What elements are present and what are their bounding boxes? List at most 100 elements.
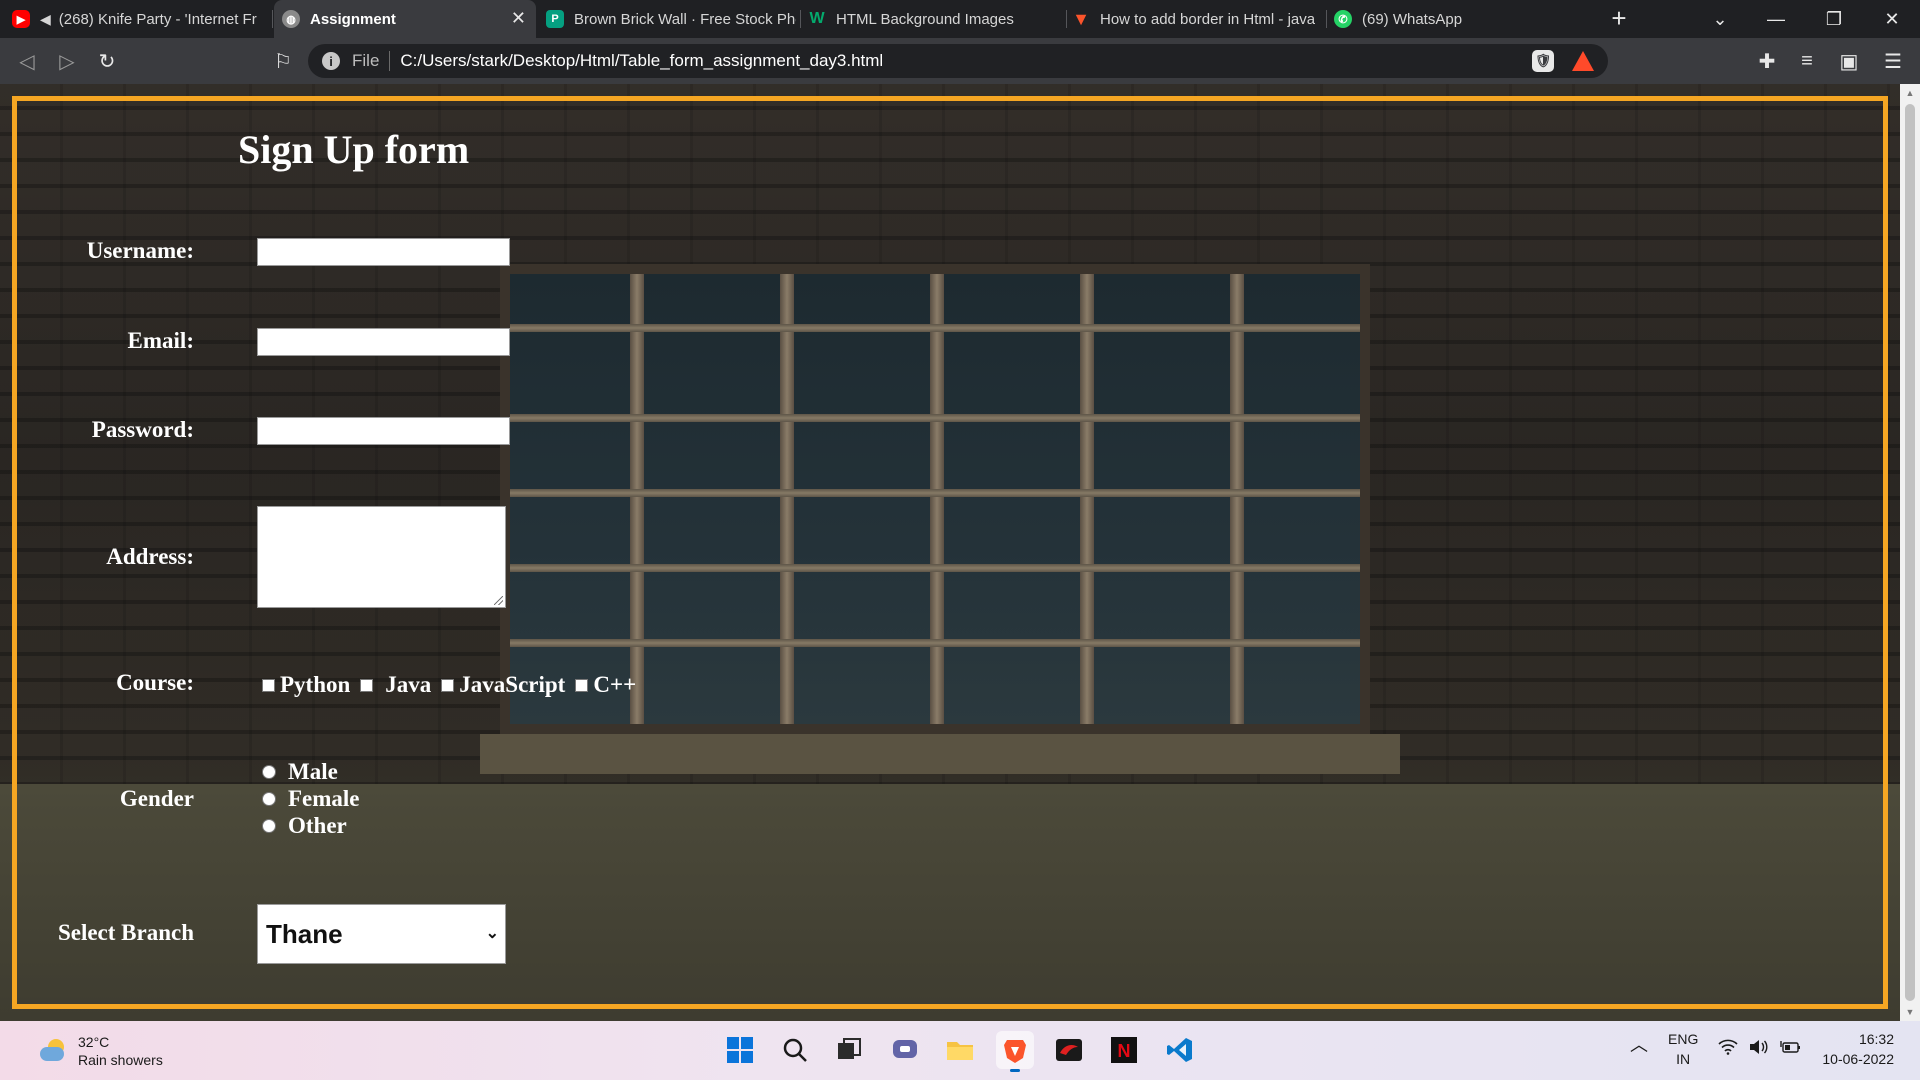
checkbox-java[interactable] <box>360 678 374 692</box>
game-app-icon[interactable] <box>1050 1031 1088 1069</box>
scroll-up-icon[interactable]: ▲ <box>1905 88 1915 98</box>
course-option-label: Java <box>385 672 432 697</box>
active-app-indicator <box>1010 1069 1020 1072</box>
tab-youtube[interactable]: ▶ ◀ (268) Knife Party - 'Internet Fr <box>12 0 270 38</box>
brave-search-icon: ▼ <box>1072 8 1090 29</box>
gender-option-label: Male <box>288 758 338 784</box>
speaker-icon[interactable]: ◀ <box>40 11 51 28</box>
chat-icon[interactable] <box>886 1031 924 1069</box>
course-option-label: Python <box>280 672 351 697</box>
pexels-icon: P <box>546 10 564 28</box>
reload-button[interactable]: ↻ <box>92 46 122 76</box>
whatsapp-icon: ✆ <box>1334 10 1352 28</box>
gender-option-other[interactable]: Other <box>262 812 360 839</box>
course-option-javascript[interactable]: JavaScript <box>441 672 565 698</box>
address-bar[interactable]: i File C:/Users/stark/Desktop/Html/Table… <box>308 44 1608 78</box>
youtube-icon: ▶ <box>12 10 30 28</box>
course-option-label: JavaScript <box>459 672 566 697</box>
course-label: Course: <box>116 670 194 695</box>
volume-icon[interactable] <box>1748 1039 1768 1060</box>
new-tab-button[interactable]: + <box>1604 4 1634 34</box>
scroll-down-icon[interactable]: ▼ <box>1905 1007 1915 1017</box>
password-input[interactable] <box>257 417 510 445</box>
tab-w3schools[interactable]: W HTML Background Images <box>808 0 1062 38</box>
tab-assignment[interactable]: ◍ Assignment ✕ <box>274 0 536 38</box>
branch-label: Select Branch <box>57 920 194 945</box>
checkbox-python[interactable] <box>262 678 275 692</box>
weather-temperature: 32°C <box>78 1034 110 1050</box>
resize-grip-icon[interactable] <box>494 596 503 605</box>
gender-option-label: Other <box>288 812 347 838</box>
close-window-button[interactable]: ✕ <box>1864 0 1920 38</box>
extensions-icon[interactable]: ✚ <box>1752 46 1782 76</box>
forward-button[interactable]: ▷ <box>52 46 82 76</box>
svg-text:N: N <box>1118 1041 1131 1061</box>
restore-button[interactable]: ❐ <box>1806 0 1862 38</box>
brave-rewards-icon[interactable] <box>1572 51 1594 71</box>
gender-options: Male Female Other <box>262 758 360 839</box>
close-tab-icon[interactable]: ✕ <box>511 8 526 29</box>
file-explorer-icon[interactable] <box>941 1031 979 1069</box>
gender-label: Gender <box>119 786 194 811</box>
course-option-java[interactable]: Java <box>360 672 431 698</box>
brave-browser-icon[interactable] <box>996 1031 1034 1072</box>
globe-icon: ◍ <box>282 10 300 28</box>
radio-male[interactable] <box>262 764 276 779</box>
language-indicator[interactable]: ENG IN <box>1668 1029 1698 1069</box>
wallet-icon[interactable]: ▣ <box>1834 46 1864 76</box>
minimize-button[interactable]: — <box>1748 0 1804 38</box>
weather-widget[interactable]: 32°C Rain showers <box>38 1033 163 1069</box>
username-input[interactable] <box>257 238 510 266</box>
browser-toolbar: ◁ ▷ ↻ ⚐ i File C:/Users/stark/Desktop/Ht… <box>0 38 1920 84</box>
radio-female[interactable] <box>262 791 276 806</box>
task-view-icon[interactable] <box>830 1031 868 1069</box>
tab-title: Brown Brick Wall · Free Stock Pho <box>574 10 796 28</box>
address-textarea[interactable] <box>257 506 506 608</box>
tab-divider <box>800 10 801 28</box>
battery-icon[interactable] <box>1779 1039 1801 1060</box>
show-hidden-icons-icon[interactable]: ︿ <box>1630 1035 1648 1055</box>
w3schools-icon: W <box>809 10 825 27</box>
tab-brave-search[interactable]: ▼ How to add border in Html - java <box>1072 0 1324 38</box>
weather-description: Rain showers <box>78 1052 163 1068</box>
email-input[interactable] <box>257 328 510 356</box>
checkbox-cpp[interactable] <box>575 678 589 692</box>
clock-time: 16:32 <box>1858 1031 1894 1047</box>
tab-title: (69) WhatsApp <box>1362 10 1463 28</box>
gender-option-female[interactable]: Female <box>262 785 360 812</box>
weather-icon <box>38 1037 66 1065</box>
scrollbar-thumb[interactable] <box>1905 104 1915 1001</box>
gender-option-male[interactable]: Male <box>262 758 360 785</box>
tab-whatsapp[interactable]: ✆ (69) WhatsApp <box>1334 0 1584 38</box>
course-option-label: C++ <box>593 672 637 697</box>
checkbox-javascript[interactable] <box>441 678 455 692</box>
branch-selected-value: Thane <box>266 918 343 949</box>
url-divider <box>389 51 391 71</box>
wifi-icon[interactable] <box>1718 1039 1738 1060</box>
start-icon[interactable] <box>721 1031 759 1069</box>
language-region: IN <box>1676 1051 1691 1067</box>
bookmark-icon[interactable]: ⚐ <box>268 46 298 76</box>
tab-divider <box>272 10 273 28</box>
clock-date: 10-06-2022 <box>1822 1051 1894 1067</box>
page-scrollbar[interactable]: ▲ ▼ <box>1900 84 1920 1021</box>
clock[interactable]: 16:32 10-06-2022 <box>1818 1029 1894 1069</box>
media-controls-icon[interactable]: ≡ <box>1792 46 1822 76</box>
netflix-icon[interactable]: N <box>1105 1031 1143 1069</box>
course-option-cpp[interactable]: C++ <box>575 672 636 698</box>
url-text[interactable]: C:/Users/stark/Desktop/Html/Table_form_a… <box>400 51 883 71</box>
page-viewport: Sign Up form Username: Email: Password: … <box>0 84 1900 1021</box>
brave-shields-icon[interactable]: 🛡 <box>1532 50 1554 72</box>
tab-search-chevron-icon[interactable]: ⌄ <box>1692 0 1748 38</box>
branch-select[interactable]: Thane ⌄ <box>257 904 506 964</box>
search-icon[interactable] <box>776 1031 814 1069</box>
back-button[interactable]: ◁ <box>12 46 42 76</box>
radio-other[interactable] <box>262 818 276 833</box>
menu-icon[interactable]: ☰ <box>1878 46 1908 76</box>
info-icon[interactable]: i <box>322 52 340 70</box>
tab-divider <box>1066 10 1067 28</box>
vscode-icon[interactable] <box>1161 1031 1199 1069</box>
tab-pexels[interactable]: P Brown Brick Wall · Free Stock Pho <box>546 0 796 38</box>
course-option-python[interactable]: Python <box>262 672 350 698</box>
password-label: Password: <box>91 417 194 442</box>
